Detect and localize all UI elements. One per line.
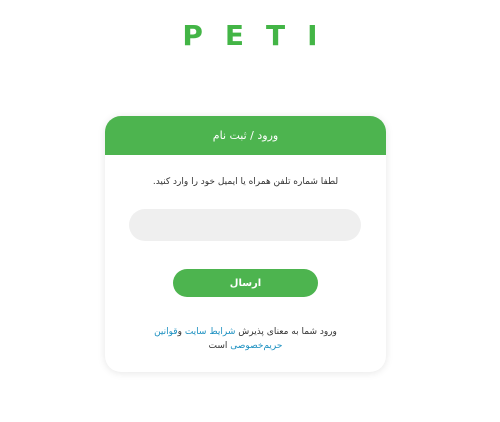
- terms-text: ورود شما به معنای پذیرش شرایط سایت وقوان…: [105, 325, 386, 353]
- submit-button[interactable]: ارسال: [173, 269, 318, 297]
- site-terms-link[interactable]: شرایط سایت: [185, 327, 236, 337]
- instruction-text: لطفا شماره تلفن همراه یا ایمیل خود را وا…: [152, 177, 339, 187]
- terms-suffix: است: [208, 341, 231, 351]
- terms-middle: و: [177, 327, 185, 337]
- phone-or-email-input[interactable]: [129, 209, 361, 241]
- brand-logo: PETI: [182, 19, 340, 52]
- card-title: ورود / ثبت نام: [212, 129, 279, 142]
- card-header: ورود / ثبت نام: [105, 116, 386, 155]
- login-card: ورود / ثبت نام لطفا شماره تلفن همراه یا …: [105, 116, 386, 372]
- login-page: PETI ورود / ثبت نام لطفا شماره تلفن همرا…: [0, 0, 500, 422]
- terms-prefix: ورود شما به معنای پذیرش: [235, 327, 337, 337]
